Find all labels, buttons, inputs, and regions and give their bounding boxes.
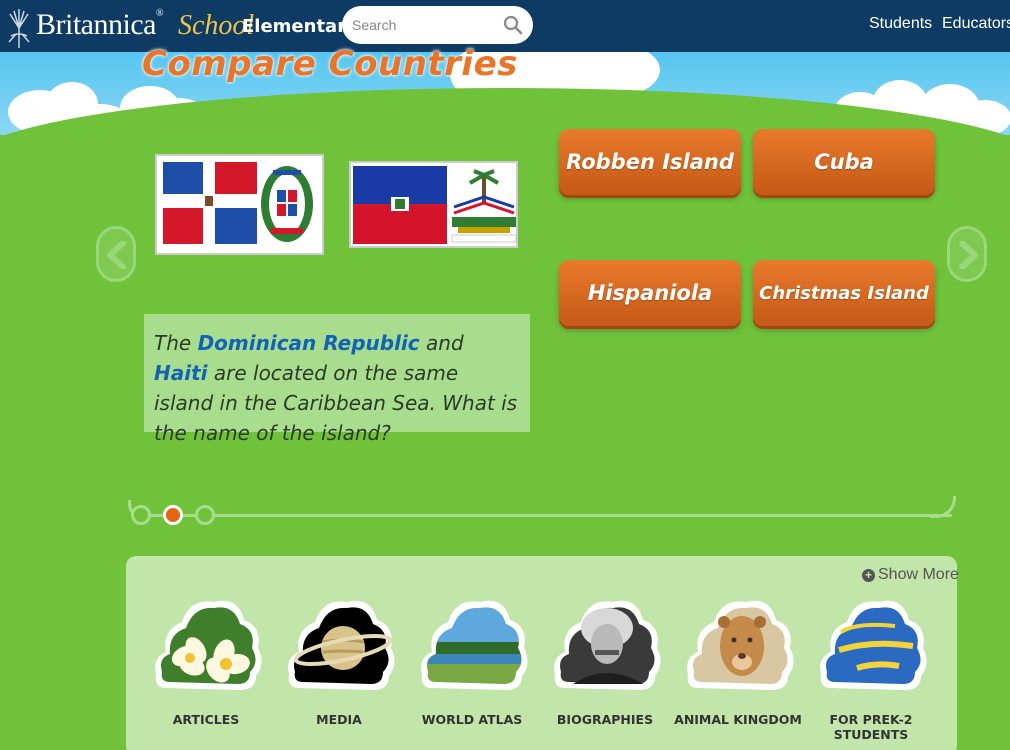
brand-name[interactable]: Britannica®: [36, 8, 164, 42]
answer-hispaniola-button[interactable]: Hispaniola: [559, 260, 741, 326]
slide-dot-1[interactable]: [131, 505, 151, 525]
nav-students-link[interactable]: Students: [869, 15, 932, 33]
slide-dot-3[interactable]: [195, 505, 215, 525]
chevron-left-icon: [107, 241, 126, 269]
answer-robben-island-button[interactable]: Robben Island: [559, 129, 741, 195]
category-articles-label: ARTICLES: [172, 712, 240, 727]
question-text-start: The: [154, 331, 198, 355]
saturn-icon: [288, 600, 395, 690]
registered-mark: ®: [155, 8, 164, 19]
haiti-flag: [349, 161, 518, 248]
category-media-label: MEDIA: [316, 712, 362, 727]
thistle-logo-icon: [8, 9, 30, 48]
search-input[interactable]: [352, 15, 502, 35]
nav-educators-link[interactable]: Educators: [942, 15, 1010, 33]
category-biographies-label: BIOGRAPHIES: [556, 712, 654, 727]
search-icon[interactable]: [503, 15, 523, 35]
question-box: The Dominican Republic and Haiti are loc…: [144, 314, 530, 445]
answer-cuba-button[interactable]: Cuba: [753, 129, 935, 195]
category-prek2-label: FOR PREK-2 STUDENTS: [829, 712, 913, 742]
learning-zone-icon: [820, 600, 927, 690]
search-box: [342, 6, 533, 44]
progress-track: [140, 514, 952, 517]
lion-icon: [687, 600, 794, 690]
category-animal-kingdom-label: ANIMAL KINGDOM: [674, 712, 802, 727]
category-world-atlas-label: WORLD ATLAS: [421, 712, 523, 727]
answer-christmas-island-button[interactable]: Christmas Island: [753, 260, 935, 326]
brand-text: Britannica: [36, 8, 156, 41]
portrait-icon: [554, 600, 661, 690]
landscape-icon: [421, 600, 528, 690]
page-title: Compare Countries: [142, 44, 518, 84]
slide-dot-2[interactable]: [163, 505, 183, 525]
level-label: Elementary: [242, 16, 358, 37]
flower-icon: [155, 600, 262, 690]
show-more-button[interactable]: + Show More: [862, 566, 959, 584]
haiti-link[interactable]: Haiti: [154, 361, 208, 385]
dominican-republic-link[interactable]: Dominican Republic: [198, 331, 420, 355]
plus-circle-icon: +: [862, 568, 875, 582]
previous-slide-button[interactable]: [96, 226, 136, 282]
question-text-mid: and: [419, 331, 464, 355]
show-more-label: Show More: [878, 566, 959, 583]
chevron-right-icon: [959, 241, 978, 269]
next-slide-button[interactable]: [947, 226, 987, 282]
dominican-republic-flag: [155, 154, 324, 255]
